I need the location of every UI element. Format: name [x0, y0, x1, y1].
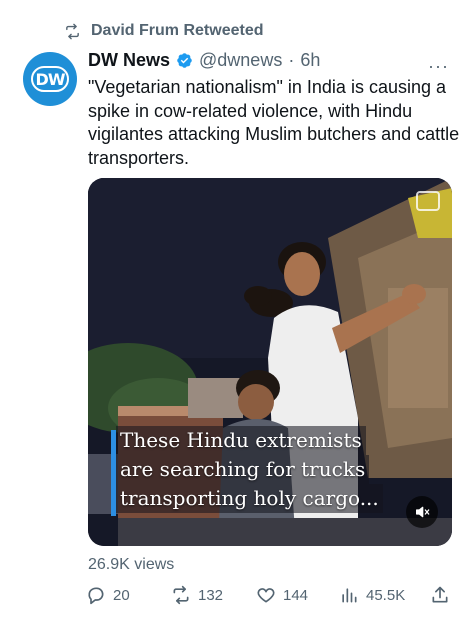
share-button[interactable] [430, 585, 450, 605]
more-options-icon[interactable]: ··· [428, 56, 449, 77]
retweet-label: David Frum Retweeted [91, 22, 264, 39]
analytics-icon [342, 588, 357, 603]
tweet-header: DW News @dwnews · 6h [88, 50, 320, 71]
avatar-logo: DW [31, 66, 69, 92]
analytics-count: 45.5K [366, 586, 406, 604]
reply-count: 20 [113, 586, 130, 604]
display-name[interactable]: DW News [88, 50, 170, 71]
tweet-text: "Vegetarian nationalism" in India is cau… [88, 77, 460, 168]
analytics-button[interactable]: 45.5K [339, 585, 405, 605]
caption-accent-bar [111, 430, 116, 516]
mute-button[interactable] [406, 496, 438, 528]
reply-button[interactable]: 20 [86, 585, 130, 605]
like-button[interactable]: 144 [256, 585, 308, 605]
timestamp[interactable]: 6h [300, 50, 320, 71]
retweet-context[interactable]: David Frum Retweeted [64, 22, 263, 40]
retweet-count: 132 [198, 586, 224, 604]
video-media[interactable]: These Hindu extremists are searching for… [88, 178, 452, 546]
caption-line-1: These Hindu extremists [116, 426, 366, 455]
caption-line-3: transporting holy cargo... [116, 484, 383, 513]
action-bar: 20 132 144 45.5K [86, 585, 452, 607]
reply-icon [88, 587, 104, 605]
verified-badge-icon [177, 53, 192, 68]
user-handle[interactable]: @dwnews [199, 50, 282, 71]
retweet-icon [66, 23, 79, 39]
gif-icon [416, 191, 440, 211]
avatar[interactable]: DW [23, 52, 77, 106]
like-count: 144 [283, 586, 309, 604]
caption-line-2: are searching for trucks [116, 455, 370, 484]
view-count[interactable]: 26.9K views [88, 556, 174, 574]
heart-icon [257, 588, 275, 603]
retweet-icon [173, 585, 189, 605]
video-caption: These Hindu extremists are searching for… [111, 426, 446, 516]
retweet-button[interactable]: 132 [171, 585, 223, 605]
share-icon [432, 586, 448, 603]
speaker-muted-icon [416, 506, 430, 518]
separator-dot: · [288, 50, 295, 70]
